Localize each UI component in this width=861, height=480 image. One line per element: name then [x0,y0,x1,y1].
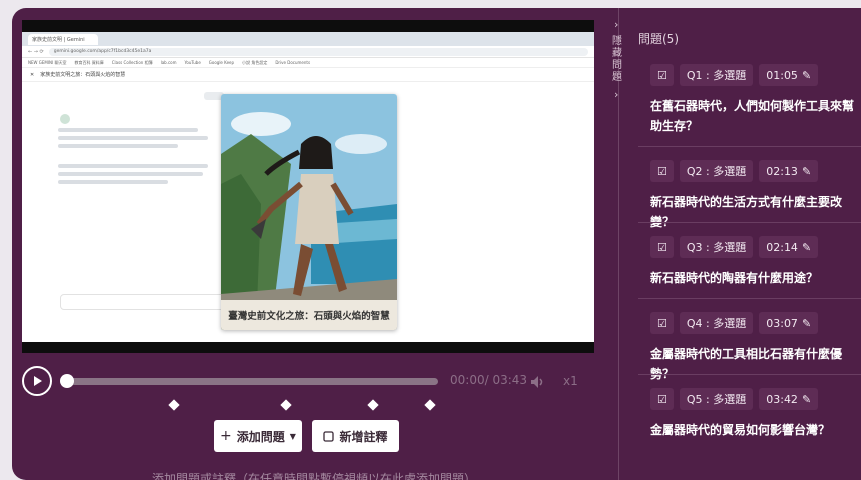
question-text: 在舊石器時代，人們如何製作工具來幫助生存？ [650,99,855,133]
chevron-right-icon[interactable]: › [614,18,618,31]
time-value: 03:42 [766,392,798,406]
video-question-editor: 家族史前文明 | Gemini ← → ⟳ gemini.google.com/… [12,8,861,480]
question-time[interactable]: 02:13 ✎ [759,160,819,182]
bookmark-item: Class Collection 相簿 [111,59,153,65]
video-frame: 家族史前文明 | Gemini ← → ⟳ gemini.google.com/… [22,32,594,342]
question-marker[interactable] [280,399,292,411]
caret-down-icon: ▼ [289,431,296,441]
play-icon [34,376,42,386]
video-player[interactable]: 家族史前文明 | Gemini ← → ⟳ gemini.google.com/… [22,20,594,353]
cover-title: 臺灣史前文化之旅：石頭與火焰的智慧 [221,300,397,330]
edit-icon: ✎ [801,392,812,406]
checkbox-icon[interactable]: ☑ [650,388,674,410]
bookmark-item: 教育百科 資料庫 [74,59,104,65]
edit-icon: ✎ [801,316,812,330]
volume-icon [531,376,543,388]
question-time[interactable]: 01:05 ✎ [759,64,819,86]
time-display: 00:00/ 03:43 [450,373,528,387]
add-note-button[interactable]: 新增註釋 [312,420,399,452]
edit-icon: ✎ [801,68,812,82]
checkbox-icon[interactable]: ☑ [650,160,674,182]
bookmark-item: Google Keep [208,60,235,65]
note-icon [323,430,335,442]
hide-questions-label[interactable]: 隱藏問題 [610,36,624,84]
checkbox-icon[interactable]: ☑ [650,64,674,86]
question-label: Q3 : 多選題 [679,236,754,258]
playback-speed[interactable]: x1 [563,374,578,388]
checkbox-icon[interactable]: ☑ [650,312,674,334]
volume-button[interactable] [530,374,546,393]
add-question-button[interactable]: + 添加問題 ▼ [214,420,302,452]
chat-pane [32,84,228,339]
add-question-label: 添加問題 [236,429,285,444]
time-value: 03:07 [766,316,798,330]
book-cover-image: 臺灣史前文化之旅：石頭與火焰的智慧 [221,94,397,330]
question-time[interactable]: 03:07 ✎ [759,312,819,334]
bottom-hint: 添加問題或註釋（在任意時間點暫停視頻以在此處添加問題） [152,472,477,480]
question-marker[interactable] [168,399,180,411]
progress-thumb[interactable] [60,374,74,388]
app-title-bar: ✕ 家族史前文明之旅：石頭與火焰的智慧 [22,68,594,82]
edit-icon: ✎ [801,240,812,254]
question-item[interactable]: ☑ Q1 : 多選題 01:05 ✎ 在舊石器時代，人們如何製作工具來幫助生存？ [638,64,861,136]
assistant-avatar [60,114,70,124]
question-text: 新石器時代的陶器有什麼用途？ [650,271,819,285]
question-time[interactable]: 02:14 ✎ [759,236,819,258]
question-time[interactable]: 03:42 ✎ [759,388,819,410]
question-label: Q5 : 多選題 [679,388,754,410]
question-item[interactable]: ☑ Q3 : 多選題 02:14 ✎ 新石器時代的陶器有什麼用途？ [638,236,861,288]
checkbox-icon[interactable]: ☑ [650,236,674,258]
close-icon: ✕ [30,71,35,78]
question-separator [638,222,861,223]
time-value: 02:13 [766,164,798,178]
time-value: 02:14 [766,240,798,254]
chat-message [32,124,224,184]
app-title: 家族史前文明之旅：石頭與火焰的智慧 [40,72,126,78]
question-separator [638,374,861,375]
cover-illustration [221,94,397,330]
question-separator [638,146,861,147]
plus-icon: + [220,428,232,444]
url-text: gemini.google.com/app/c7f1bcd3c45e1a7a [48,47,588,56]
question-item[interactable]: ☑ Q5 : 多選題 03:42 ✎ 金屬器時代的貿易如何影響台灣？ [638,388,861,440]
questions-header: 問題(5) [638,32,679,46]
bookmark-item: Drive Documents [275,60,311,65]
question-text: 金屬器時代的工具相比石器有什麼優勢？ [650,347,843,381]
browser-tab-bar: 家族史前文明 | Gemini [22,32,594,46]
bookmark-item: NEW GEMINI 聊天室 [28,59,67,65]
bookmark-item: lab.com [160,60,177,65]
question-text: 新石器時代的生活方式有什麼主要改變？ [650,195,843,229]
question-marker[interactable] [367,399,379,411]
bookmark-item: 小說 角色設定 [242,59,268,65]
question-label: Q1 : 多選題 [679,64,754,86]
bookmarks-bar: NEW GEMINI 聊天室 教育百科 資料庫 Class Collection… [22,58,594,68]
add-note-label: 新增註釋 [339,429,388,444]
browser-tab: 家族史前文明 | Gemini [28,33,98,45]
bookmark-item: YouTube [184,60,201,65]
question-marker[interactable] [424,399,436,411]
question-separator [638,298,861,299]
play-button[interactable] [22,366,52,396]
question-label: Q4 : 多選題 [679,312,754,334]
question-text: 金屬器時代的貿易如何影響台灣？ [650,423,831,437]
chat-input [60,294,228,310]
player-controls: 00:00/ 03:43 x1 [22,366,594,396]
time-value: 01:05 [766,68,798,82]
progress-track[interactable] [66,378,438,385]
question-label: Q2 : 多選題 [679,160,754,182]
browser-url-bar: ← → ⟳ gemini.google.com/app/c7f1bcd3c45e… [22,46,594,58]
chevron-right-icon[interactable]: › [614,88,618,101]
edit-icon: ✎ [801,164,812,178]
nav-arrows-icon: ← → ⟳ [28,48,44,55]
